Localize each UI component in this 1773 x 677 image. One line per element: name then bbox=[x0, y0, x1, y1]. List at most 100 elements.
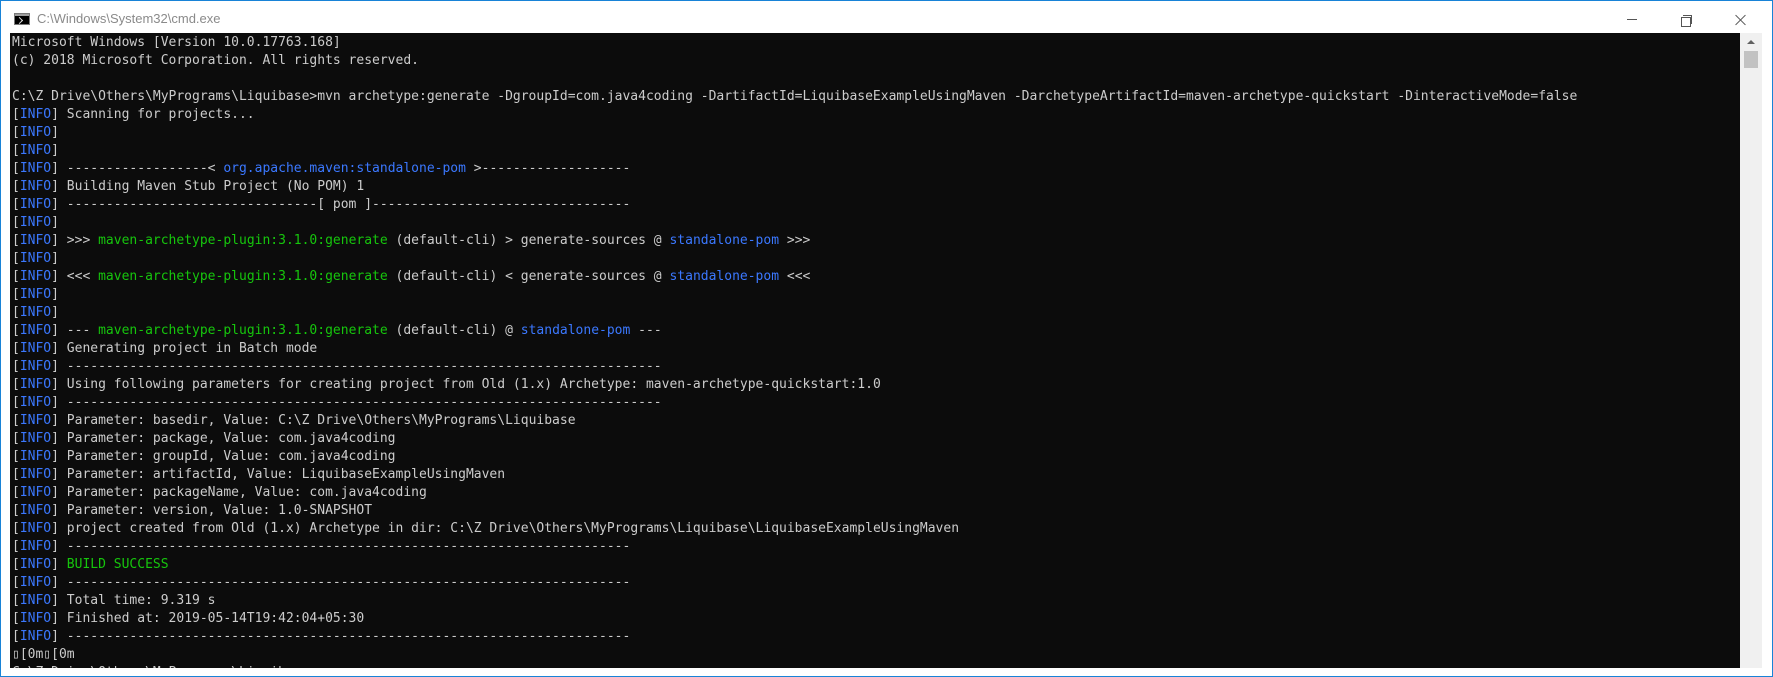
console-text: ] --------------------------------------… bbox=[51, 539, 631, 554]
log-level-tag: INFO bbox=[19, 287, 52, 302]
console-text: Microsoft Windows [Version 10.0.17763.16… bbox=[12, 35, 341, 50]
console-line: [INFO] --- maven-archetype-plugin:3.1.0:… bbox=[12, 322, 1577, 340]
console-text: ] Finished at: 2019-05-14T19:42:04+05:30 bbox=[51, 611, 365, 626]
console-text: ] Generating project in Batch mode bbox=[51, 341, 318, 356]
console-line: [INFO] Scanning for projects... bbox=[12, 106, 1577, 124]
console-text: ] Parameter: artifactId, Value: Liquibas… bbox=[51, 467, 506, 482]
console-text: C:\Z Drive\Others\MyPrograms\Liquibase>m… bbox=[12, 89, 1578, 104]
scroll-up-button[interactable] bbox=[1740, 33, 1762, 50]
console-line: [INFO] Using following parameters for cr… bbox=[12, 376, 1577, 394]
console-text: [ bbox=[12, 323, 20, 338]
console-text: [ bbox=[12, 539, 20, 554]
console-text: ] project created from Old (1.x) Archety… bbox=[51, 521, 960, 536]
console-text: [ bbox=[12, 305, 20, 320]
console-line: [INFO] bbox=[12, 142, 1577, 160]
console-text: >------------------- bbox=[465, 161, 631, 176]
console-text: ] Parameter: groupId, Value: com.java4co… bbox=[51, 449, 396, 464]
console-text: >>> bbox=[779, 233, 811, 248]
console-text: ] <<< bbox=[51, 269, 99, 284]
console-text: ] bbox=[51, 305, 59, 320]
console-line: [INFO] Finished at: 2019-05-14T19:42:04+… bbox=[12, 610, 1577, 628]
log-level-tag: INFO bbox=[19, 521, 52, 536]
console-text: ] bbox=[51, 557, 67, 572]
console-line: [INFO] ---------------------------------… bbox=[12, 358, 1577, 376]
console-text: ] bbox=[51, 143, 59, 158]
console-line: [INFO] Parameter: package, Value: com.ja… bbox=[12, 430, 1577, 448]
console-text: maven-archetype-plugin:3.1.0:generate bbox=[98, 269, 388, 284]
log-level-tag: INFO bbox=[19, 323, 52, 338]
console-line: [INFO] ---------------------------------… bbox=[12, 628, 1577, 646]
console-line: ▯[0m▯[0m bbox=[12, 646, 1577, 664]
log-level-tag: INFO bbox=[19, 575, 52, 590]
console-line: [INFO] Parameter: groupId, Value: com.ja… bbox=[12, 448, 1577, 466]
console-text: [ bbox=[12, 629, 20, 644]
console-line: [INFO] bbox=[12, 286, 1577, 304]
log-level-tag: INFO bbox=[19, 467, 52, 482]
console-text: [ bbox=[12, 467, 20, 482]
log-level-tag: INFO bbox=[19, 485, 52, 500]
console-line: [INFO] bbox=[12, 124, 1577, 142]
console-output[interactable]: Microsoft Windows [Version 10.0.17763.16… bbox=[10, 33, 1740, 668]
log-level-tag: INFO bbox=[19, 629, 52, 644]
console-text: [ bbox=[12, 197, 20, 212]
console-text: [ bbox=[12, 431, 20, 446]
console-text: [ bbox=[12, 413, 20, 428]
cmd-window: C:\Windows\System32\cmd.exe Microsoft Wi… bbox=[0, 0, 1773, 677]
log-level-tag: INFO bbox=[19, 359, 52, 374]
log-level-tag: INFO bbox=[19, 557, 52, 572]
console-text: standalone-pom bbox=[520, 323, 631, 338]
log-level-tag: INFO bbox=[19, 215, 52, 230]
console-text: ] bbox=[51, 215, 59, 230]
console-line: [INFO] bbox=[12, 214, 1577, 232]
console-text: [ bbox=[12, 179, 20, 194]
console-text: (c) 2018 Microsoft Corporation. All righ… bbox=[12, 53, 419, 68]
console-line: C:\Z Drive\Others\MyPrograms\Liquibase> bbox=[12, 664, 1577, 668]
console-text: [ bbox=[12, 125, 20, 140]
console-text: [ bbox=[12, 107, 20, 122]
console-text: [ bbox=[12, 449, 20, 464]
log-level-tag: INFO bbox=[19, 341, 52, 356]
console-text: [ bbox=[12, 287, 20, 302]
log-level-tag: INFO bbox=[19, 161, 52, 176]
console-line: [INFO] project created from Old (1.x) Ar… bbox=[12, 520, 1577, 538]
console-text: [ bbox=[12, 503, 20, 518]
console-line: [INFO] ---------------------------------… bbox=[12, 538, 1577, 556]
console-line: Microsoft Windows [Version 10.0.17763.16… bbox=[12, 34, 1577, 52]
console-text: (default-cli) @ bbox=[387, 323, 521, 338]
console-text: ] --------------------------------------… bbox=[51, 629, 631, 644]
console-text: ] Parameter: packageName, Value: com.jav… bbox=[51, 485, 427, 500]
window-title: C:\Windows\System32\cmd.exe bbox=[37, 11, 221, 26]
log-level-tag: INFO bbox=[19, 611, 52, 626]
close-icon bbox=[1735, 14, 1747, 26]
console-line: [INFO] bbox=[12, 304, 1577, 322]
log-level-tag: INFO bbox=[19, 305, 52, 320]
console-line: [INFO] Parameter: artifactId, Value: Liq… bbox=[12, 466, 1577, 484]
console-text: ] bbox=[51, 251, 59, 266]
log-level-tag: INFO bbox=[19, 593, 52, 608]
console-text: ] >>> bbox=[51, 233, 99, 248]
console-text: [ bbox=[12, 143, 20, 158]
console-line: (c) 2018 Microsoft Corporation. All righ… bbox=[12, 52, 1577, 70]
console-line: [INFO] --------------------------------[… bbox=[12, 196, 1577, 214]
console-text: --- bbox=[630, 323, 662, 338]
cmd-app-icon[interactable] bbox=[14, 13, 30, 25]
arrow-up-icon bbox=[1747, 39, 1755, 44]
log-level-tag: INFO bbox=[19, 143, 52, 158]
console-line: [INFO] bbox=[12, 250, 1577, 268]
restore-icon bbox=[1681, 14, 1692, 27]
log-level-tag: INFO bbox=[19, 377, 52, 392]
console-text: (default-cli) > generate-sources @ bbox=[387, 233, 670, 248]
console-text: [ bbox=[12, 161, 20, 176]
log-level-tag: INFO bbox=[19, 449, 52, 464]
log-level-tag: INFO bbox=[19, 125, 52, 140]
log-level-tag: INFO bbox=[19, 269, 52, 284]
console-text: ▯[0m▯[0m bbox=[12, 647, 75, 662]
scroll-thumb[interactable] bbox=[1744, 51, 1758, 68]
console-text: [ bbox=[12, 575, 20, 590]
console-text: maven-archetype-plugin:3.1.0:generate bbox=[98, 233, 388, 248]
console-text: ] Using following parameters for creatin… bbox=[51, 377, 881, 392]
vertical-scrollbar[interactable] bbox=[1740, 33, 1762, 668]
log-level-tag: INFO bbox=[19, 539, 52, 554]
console-text: [ bbox=[12, 359, 20, 374]
